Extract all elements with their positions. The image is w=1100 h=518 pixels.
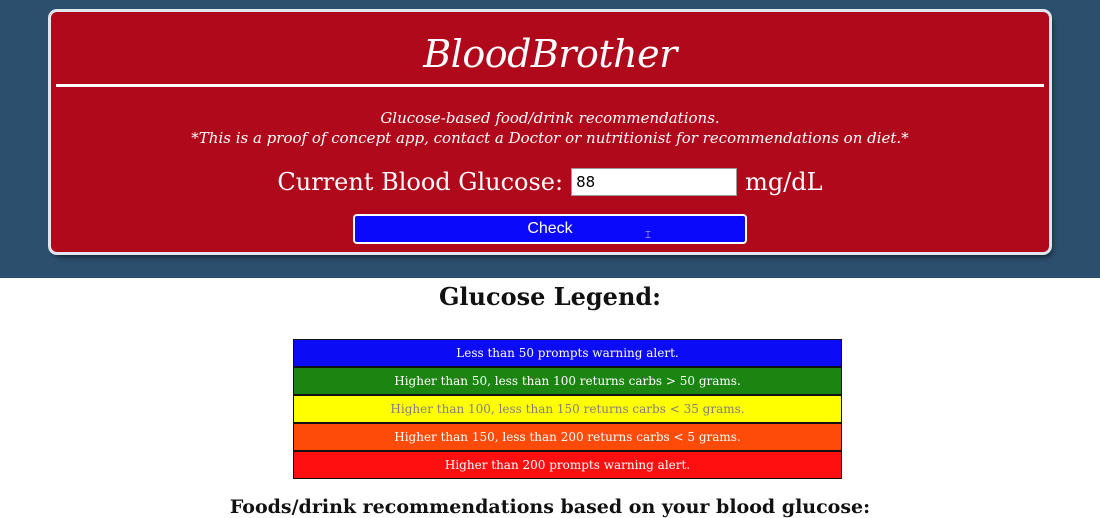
legend-row-text: Higher than 200 prompts warning alert. <box>293 450 842 479</box>
legend-row: Higher than 100, less than 150 returns c… <box>293 394 842 424</box>
legend-row-text: Higher than 50, less than 100 returns ca… <box>293 366 842 396</box>
legend-title: Glucose Legend: <box>438 282 662 311</box>
legend-row-text: Higher than 100, less than 150 returns c… <box>293 394 842 424</box>
header-card: BloodBrother Glucose-based food/drink re… <box>51 12 1049 252</box>
tagline-line-1: Glucose-based food/drink recommendations… <box>380 109 720 127</box>
legend-row: Higher than 150, less than 200 returns c… <box>293 422 842 452</box>
legend-row: Less than 50 prompts warning alert. <box>293 339 842 368</box>
glucose-label: Current Blood Glucose: <box>277 168 564 196</box>
glucose-unit: mg/dL <box>745 168 823 196</box>
legend-row-text: Higher than 150, less than 200 returns c… <box>293 422 842 452</box>
check-button[interactable]: Check ⌶ <box>353 214 747 244</box>
glucose-input[interactable] <box>571 168 738 196</box>
check-button-label: Check <box>527 220 573 237</box>
title-divider <box>56 84 1044 87</box>
top-band: BloodBrother Glucose-based food/drink re… <box>0 0 1100 278</box>
legend-row: Higher than 200 prompts warning alert. <box>293 450 842 479</box>
glucose-form: Current Blood Glucose: mg/dL <box>51 165 1049 199</box>
tagline-line-2: *This is a proof of concept app, contact… <box>191 129 909 147</box>
mouse-cursor-icon: ⌶ <box>645 230 651 241</box>
tagline: Glucose-based food/drink recommendations… <box>51 108 1049 148</box>
app-title: BloodBrother <box>423 32 677 76</box>
glucose-legend-table: Less than 50 prompts warning alert. High… <box>293 339 842 479</box>
legend-row: Higher than 50, less than 100 returns ca… <box>293 366 842 396</box>
legend-row-text: Less than 50 prompts warning alert. <box>293 339 842 368</box>
